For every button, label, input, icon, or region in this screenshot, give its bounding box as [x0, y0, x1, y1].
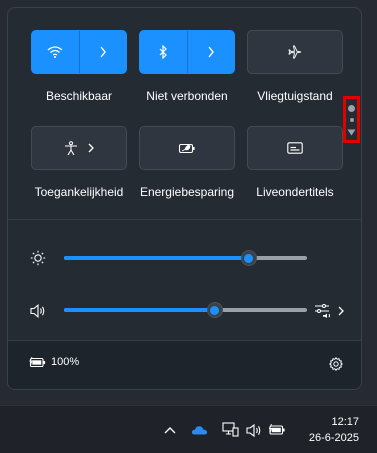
battery-saver-icon [178, 143, 195, 153]
chevron-right-icon [100, 46, 106, 58]
accessibility-tile-label: Toegankelijkheid [34, 185, 124, 199]
chevron-right-icon [208, 46, 214, 58]
next-page-arrow-icon[interactable] [347, 129, 356, 136]
battery-saver-tile-label: Energiebesparing [139, 185, 235, 199]
battery-charging-icon [29, 356, 46, 367]
volume-slider-fill [64, 308, 215, 312]
bluetooth-tile-label: Niet verbonden [146, 89, 228, 103]
chevron-up-icon[interactable] [164, 426, 176, 434]
page-dot-active[interactable] [348, 105, 355, 112]
quick-settings-footer: 100% [8, 340, 361, 389]
wifi-icon [47, 46, 63, 58]
wifi-tile[interactable] [31, 30, 127, 74]
volume-slider[interactable] [64, 308, 307, 312]
onedrive-cloud-icon[interactable] [191, 425, 208, 435]
quick-settings-panel: Beschikbaar Niet verbonden Vliegtuigstan… [7, 7, 362, 390]
page-indicator[interactable] [343, 96, 360, 143]
audio-output-icon [315, 304, 330, 318]
bluetooth-tile[interactable] [139, 30, 235, 74]
wifi-expand-button[interactable] [79, 31, 126, 73]
wifi-toggle[interactable] [32, 31, 79, 73]
brightness-slider[interactable] [64, 256, 307, 260]
airplane-mode-tile[interactable] [247, 30, 343, 74]
taskbar: 12:17 26-6-2025 [0, 405, 377, 453]
chevron-right-icon [88, 143, 94, 153]
live-captions-tile[interactable] [247, 126, 343, 170]
volume-slider-thumb[interactable] [206, 302, 223, 318]
chevron-right-icon [338, 306, 344, 316]
gear-icon[interactable] [329, 357, 343, 371]
bluetooth-expand-button[interactable] [187, 31, 234, 73]
airplane-mode-tile-label: Vliegtuigstand [257, 89, 333, 103]
battery-charging-icon[interactable] [268, 424, 286, 436]
live-captions-icon [287, 142, 303, 154]
brightness-slider-thumb[interactable] [240, 250, 257, 266]
speaker-icon[interactable] [246, 424, 262, 437]
battery-percentage: 100% [51, 356, 80, 368]
bluetooth-icon [159, 45, 168, 59]
audio-output-button[interactable] [314, 302, 350, 320]
section-divider [8, 219, 361, 220]
taskbar-time[interactable]: 12:17 [300, 416, 359, 428]
page-dot[interactable] [349, 118, 354, 122]
airplane-icon [288, 45, 302, 59]
taskbar-date[interactable]: 26-6-2025 [300, 432, 359, 444]
brightness-slider-fill [64, 256, 249, 260]
brightness-icon [30, 250, 46, 266]
live-captions-tile-label: Liveondertitels [256, 185, 334, 199]
bluetooth-toggle[interactable] [140, 31, 187, 73]
network-icon[interactable] [222, 422, 239, 437]
accessibility-icon [64, 140, 77, 155]
speaker-icon [30, 304, 45, 318]
battery-status-button[interactable]: 100% [29, 356, 79, 368]
wifi-tile-label: Beschikbaar [45, 89, 113, 103]
battery-saver-tile[interactable] [139, 126, 235, 170]
accessibility-tile[interactable] [31, 126, 127, 170]
